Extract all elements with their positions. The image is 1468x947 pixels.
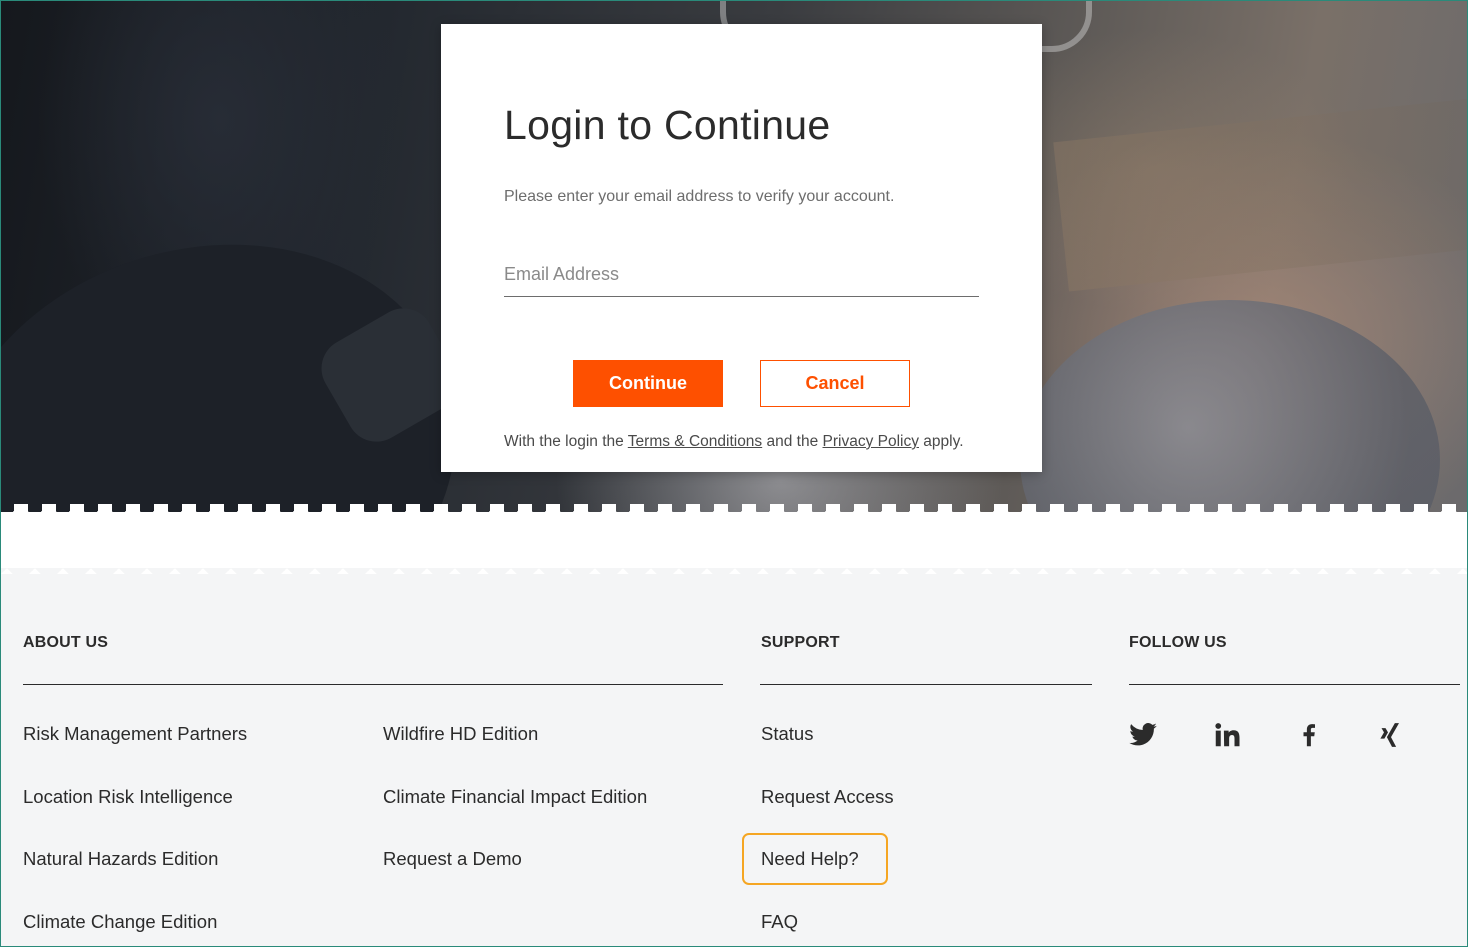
about-heading: ABOUT US [23, 634, 109, 651]
legal-middle: and the [762, 433, 823, 450]
zigzag-edge-bottom [0, 568, 1468, 578]
cancel-button[interactable]: Cancel [760, 360, 910, 407]
facebook-icon[interactable] [1292, 718, 1326, 752]
legal-prefix: With the login the [504, 433, 628, 450]
email-input[interactable] [504, 252, 979, 297]
follow-divider [1129, 684, 1460, 685]
modal-subtitle: Please enter your email address to verif… [504, 188, 895, 205]
login-modal: Login to Continue Please enter your emai… [441, 24, 1042, 472]
continue-button[interactable]: Continue [573, 360, 723, 407]
footer-link-status[interactable]: Status [761, 723, 813, 745]
footer-link-request-demo[interactable]: Request a Demo [383, 848, 522, 870]
footer-link-climate-change-edition[interactable]: Climate Change Edition [23, 911, 217, 933]
footer-link-request-access[interactable]: Request Access [761, 786, 894, 808]
white-band [0, 512, 1468, 574]
footer-link-location-risk-intelligence[interactable]: Location Risk Intelligence [23, 786, 233, 808]
modal-title: Login to Continue [504, 102, 831, 148]
xing-icon[interactable] [1373, 718, 1407, 752]
legal-suffix: apply. [918, 433, 964, 450]
legal-notice: With the login the Terms & Conditions an… [504, 433, 964, 451]
footer-link-risk-management-partners[interactable]: Risk Management Partners [23, 723, 247, 745]
about-divider [23, 684, 723, 685]
support-divider [760, 684, 1092, 685]
follow-heading: FOLLOW US [1129, 634, 1227, 651]
privacy-link[interactable]: Privacy Policy [823, 433, 919, 450]
support-heading: SUPPORT [761, 634, 840, 651]
footer-link-faq[interactable]: FAQ [761, 911, 798, 933]
terms-link[interactable]: Terms & Conditions [628, 433, 762, 450]
footer-link-need-help[interactable]: Need Help? [761, 848, 859, 870]
linkedin-icon[interactable] [1210, 718, 1244, 752]
twitter-icon[interactable] [1126, 718, 1160, 752]
footer-link-climate-financial-impact-edition[interactable]: Climate Financial Impact Edition [383, 786, 647, 808]
hero-map-shape [1053, 98, 1468, 292]
footer-link-wildfire-hd-edition[interactable]: Wildfire HD Edition [383, 723, 538, 745]
hero-globe-shape [1020, 300, 1440, 512]
footer-link-natural-hazards-edition[interactable]: Natural Hazards Edition [23, 848, 218, 870]
